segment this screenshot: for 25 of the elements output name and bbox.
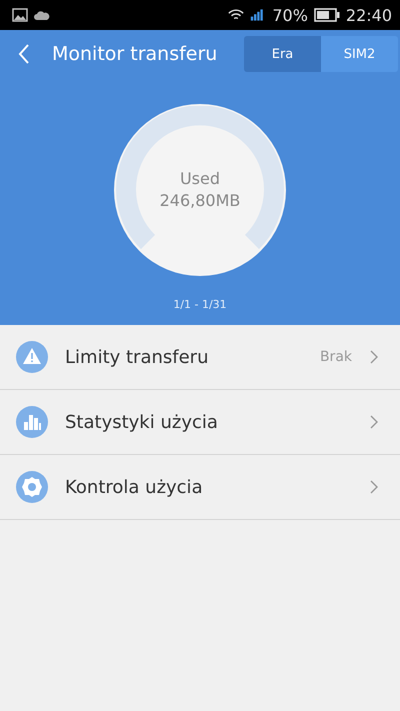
item-label: Limity transferu bbox=[65, 346, 208, 368]
settings-icon bbox=[16, 471, 48, 503]
chevron-icon bbox=[370, 480, 378, 494]
used-amount: 246,80MB bbox=[160, 190, 240, 212]
item-label: Statystyki użycia bbox=[65, 412, 218, 432]
item-label: Kontrola użycia bbox=[65, 476, 203, 498]
chevron-icon bbox=[370, 415, 378, 429]
wifi-icon bbox=[228, 8, 244, 22]
date-range: 1/1 - 1/31 bbox=[172, 298, 228, 311]
bar-chart-icon bbox=[16, 406, 48, 438]
battery-icon bbox=[314, 8, 340, 22]
menu-item[interactable]: Limity transferu Brak bbox=[0, 325, 400, 390]
item-value: Brak bbox=[320, 349, 352, 365]
chevron-icon bbox=[370, 350, 378, 364]
back-icon[interactable] bbox=[18, 43, 30, 65]
screen-title: Monitor transferu bbox=[52, 43, 218, 65]
warning-icon bbox=[16, 341, 48, 373]
sim-tab[interactable]: Era bbox=[244, 36, 321, 72]
gauge-track-icon bbox=[116, 106, 284, 252]
clock-time: 22:40 bbox=[346, 6, 392, 24]
battery-percentage: 70% bbox=[272, 6, 308, 24]
menu-item[interactable]: Kontrola użycia bbox=[0, 455, 400, 520]
gauge-label: Used bbox=[180, 168, 220, 190]
menu-item[interactable]: Statystyki użycia bbox=[0, 390, 400, 455]
image-icon bbox=[12, 8, 28, 22]
